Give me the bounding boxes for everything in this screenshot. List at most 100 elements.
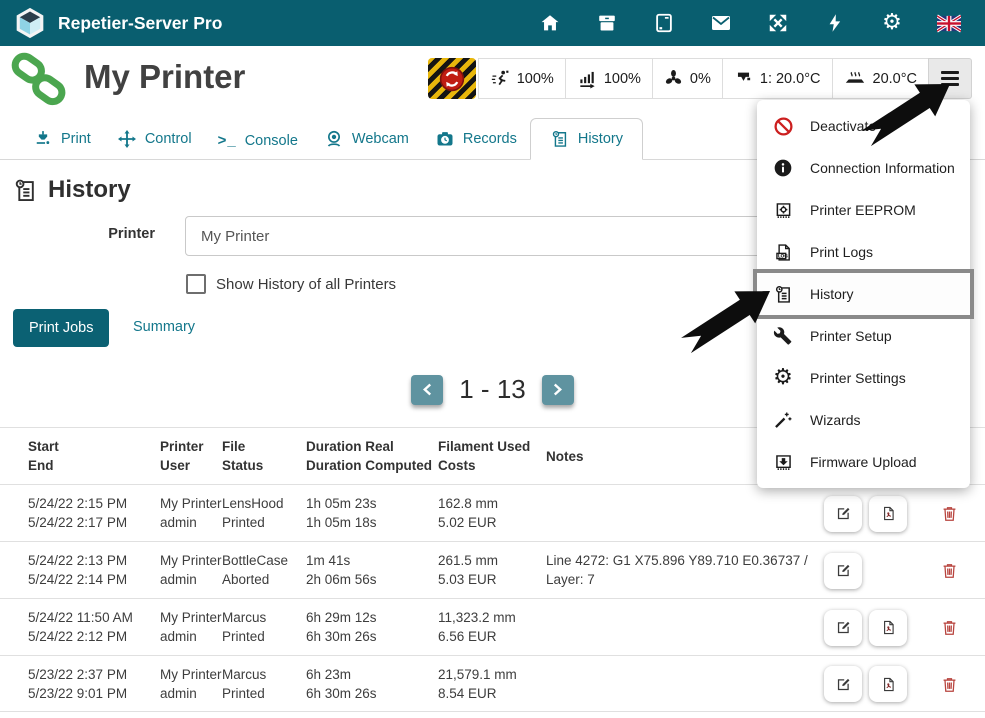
quick-commands-icon[interactable] <box>823 11 847 35</box>
top-navbar: Repetier-Server Pro ⚙ <box>0 0 985 46</box>
menu-item-deactivate[interactable]: Deactivate <box>757 105 970 147</box>
extruder-nozzle-icon <box>734 69 753 88</box>
menu-item-print-logs[interactable]: LOG Print Logs <box>757 231 970 273</box>
log-file-icon: LOG <box>771 242 795 263</box>
language-flag-uk-icon[interactable] <box>937 11 961 35</box>
fullscreen-icon[interactable] <box>766 11 790 35</box>
messages-icon[interactable] <box>709 11 733 35</box>
show-all-printers-row: Show History of all Printers <box>186 274 396 294</box>
menu-item-wizards[interactable]: Wizards <box>757 399 970 441</box>
flow-value: 100% <box>604 71 641 87</box>
tab-history-label: History <box>578 131 623 147</box>
tab-webcam[interactable]: Webcam <box>311 119 422 159</box>
tablet-icon[interactable] <box>652 11 676 35</box>
console-prompt-icon: >_ <box>218 132 237 149</box>
bed-temp-value: 20.0°C <box>873 71 918 87</box>
emergency-stop-button[interactable] <box>428 58 476 99</box>
move-arrows-icon <box>117 129 137 149</box>
header-file-status: FileStatus <box>222 437 306 476</box>
pdf-report-button[interactable] <box>869 666 907 702</box>
pagination-next-button[interactable] <box>542 375 574 405</box>
row-notes: Line 4272: G1 X75.896 Y89.710 E0.36737 /… <box>546 551 818 590</box>
history-doc-clock-icon <box>550 129 570 149</box>
fan-icon <box>664 69 683 88</box>
extruder-temp-status: 1: 20.0°C <box>722 58 833 99</box>
pdf-report-button[interactable] <box>869 610 907 646</box>
tab-history[interactable]: History <box>530 118 643 160</box>
tab-records[interactable]: Records <box>422 119 530 159</box>
printer-box-icon[interactable] <box>595 11 619 35</box>
speed-value: 100% <box>517 71 554 87</box>
row-notes <box>546 665 818 703</box>
app-title: Repetier-Server Pro <box>58 13 222 34</box>
webcam-icon <box>324 129 344 149</box>
table-row: 5/24/22 2:15 PM5/24/22 2:17 PM My Printe… <box>0 484 985 541</box>
history-heading-text: History <box>48 176 131 204</box>
pdf-report-button[interactable] <box>869 496 907 532</box>
tab-control[interactable]: Control <box>104 119 205 159</box>
speed-multiplier-status: 100% <box>478 58 566 99</box>
tab-control-label: Control <box>145 131 192 147</box>
history-heading-icon <box>12 177 39 204</box>
print-nozzle-icon <box>33 129 53 149</box>
history-doc-clock-icon <box>771 284 795 305</box>
repetier-logo-icon <box>14 7 46 39</box>
navbar-icon-group: ⚙ <box>538 11 961 35</box>
info-icon <box>771 158 795 178</box>
tab-console[interactable]: >_ Console <box>205 122 311 159</box>
row-notes <box>546 494 818 533</box>
tab-records-label: Records <box>463 131 517 147</box>
page-title: My Printer <box>84 58 245 96</box>
header-filament-costs: Filament UsedCosts <box>438 437 546 476</box>
delete-entry-button[interactable] <box>914 551 985 590</box>
flow-multiplier-status: 100% <box>565 58 653 99</box>
magic-wand-icon <box>771 410 795 430</box>
summary-button[interactable]: Summary <box>127 318 201 336</box>
menu-item-printer-eeprom[interactable]: Printer EEPROM <box>757 189 970 231</box>
menu-item-history[interactable]: History <box>757 273 970 315</box>
edit-note-button[interactable] <box>824 666 862 702</box>
fan-status: 0% <box>652 58 723 99</box>
header-printer-user: PrinterUser <box>160 437 222 476</box>
edit-note-button[interactable] <box>824 553 862 589</box>
show-all-printers-label: Show History of all Printers <box>216 276 396 293</box>
row-notes <box>546 608 818 647</box>
tab-print-label: Print <box>61 131 91 147</box>
printer-select-label: Printer <box>55 226 155 242</box>
edit-note-button[interactable] <box>824 496 862 532</box>
global-settings-gear-icon[interactable]: ⚙ <box>880 11 904 35</box>
tab-webcam-label: Webcam <box>352 131 409 147</box>
table-row: 5/24/22 2:13 PM5/24/22 2:14 PM My Printe… <box>0 541 985 598</box>
tab-print[interactable]: Print <box>20 119 104 159</box>
records-camera-icon <box>435 129 455 149</box>
printer-menu-button[interactable] <box>928 58 972 99</box>
show-all-printers-checkbox[interactable] <box>186 274 206 294</box>
menu-item-printer-setup[interactable]: Printer Setup <box>757 315 970 357</box>
header-duration: Duration RealDuration Computed <box>306 437 438 476</box>
printer-dropdown-menu: Deactivate Connection Information Printe… <box>757 100 970 488</box>
delete-entry-button[interactable] <box>914 494 985 533</box>
tab-console-label: Console <box>245 133 298 149</box>
delete-entry-button[interactable] <box>914 608 985 647</box>
table-row: 5/24/22 11:50 AM5/24/22 2:12 PM My Print… <box>0 598 985 655</box>
wrench-icon <box>771 326 795 346</box>
delete-entry-button[interactable] <box>914 665 985 703</box>
menu-item-printer-settings[interactable]: ⚙ Printer Settings <box>757 357 970 399</box>
firmware-chip-upload-icon <box>771 452 795 473</box>
eeprom-chip-icon <box>771 200 795 221</box>
settings-gear-icon: ⚙ <box>771 367 795 389</box>
heated-bed-icon <box>844 69 866 89</box>
print-jobs-button[interactable]: Print Jobs <box>13 309 109 347</box>
printer-select-value: My Printer <box>201 228 269 245</box>
edit-note-button[interactable] <box>824 610 862 646</box>
menu-item-firmware-upload[interactable]: Firmware Upload <box>757 441 970 483</box>
menu-item-connection-information[interactable]: Connection Information <box>757 147 970 189</box>
repetier-server-page: Repetier-Server Pro ⚙ <box>0 0 985 718</box>
fan-value: 0% <box>690 71 711 87</box>
hamburger-icon <box>941 71 959 86</box>
table-row: 5/23/22 2:37 PM5/23/22 9:01 PM My Printe… <box>0 655 985 712</box>
speed-runner-icon <box>490 69 510 89</box>
flow-bars-icon <box>577 69 597 89</box>
home-icon[interactable] <box>538 11 562 35</box>
pagination-prev-button[interactable] <box>411 375 443 405</box>
